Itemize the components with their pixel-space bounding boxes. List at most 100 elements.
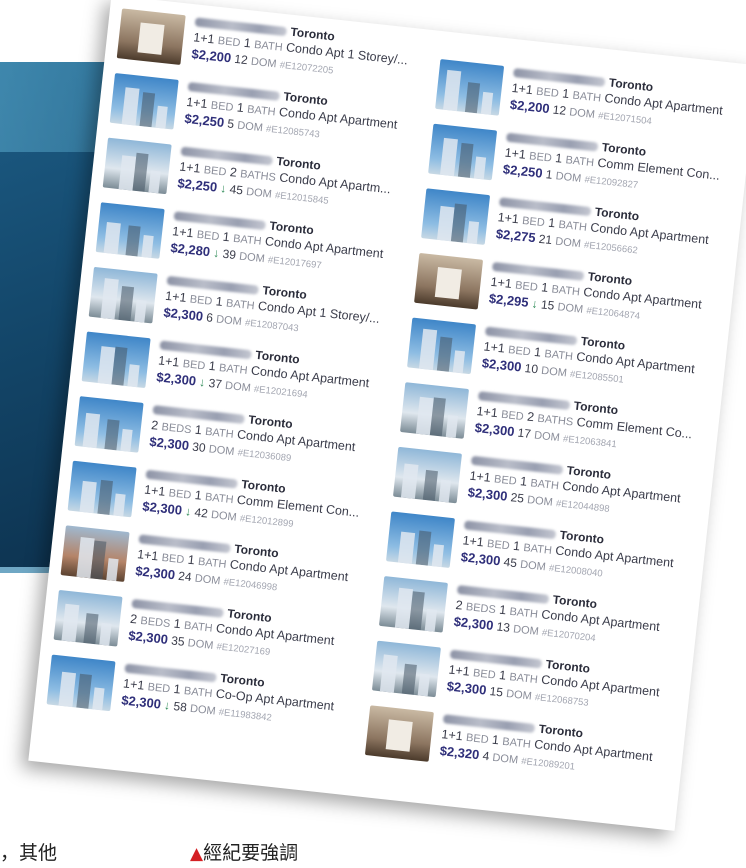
- listing-photo[interactable]: [428, 123, 498, 181]
- listing-photo[interactable]: [60, 525, 130, 582]
- photo-caption: ▲經紀要強調: [190, 838, 298, 865]
- days-on-market: 15: [540, 297, 556, 313]
- days-on-market: 35: [170, 633, 186, 649]
- mls-number: #E12044898: [555, 498, 611, 515]
- listing-price: $2,300: [155, 369, 197, 389]
- bed-label: BEDS: [465, 601, 497, 617]
- rental-listings-screenshot: Toronto 1+1 BED 1 BATH Condo Apt 1 Storey…: [28, 0, 746, 831]
- bath-count: 1: [194, 422, 203, 438]
- listing-photo[interactable]: [364, 705, 434, 762]
- article-text-fragment: ，其他: [0, 842, 58, 864]
- mls-number: #E12070204: [541, 627, 597, 645]
- bath-count: 1: [187, 552, 196, 568]
- mls-number: #E12027169: [215, 641, 271, 659]
- bed-count: 1+1: [178, 159, 202, 176]
- bed-label: BED: [210, 99, 234, 114]
- listing-photo[interactable]: [435, 59, 505, 116]
- bed-label: BED: [217, 34, 242, 50]
- days-on-market: 13: [495, 619, 511, 635]
- dom-label: DOM: [194, 572, 221, 588]
- bed-count: 1+1: [185, 94, 209, 112]
- bed-count: 1+1: [497, 210, 520, 227]
- listing-photo[interactable]: [400, 382, 470, 439]
- listing-photo[interactable]: [95, 202, 165, 259]
- price-drop-arrow-icon: ↓: [184, 504, 193, 519]
- listing-photo[interactable]: [88, 266, 158, 324]
- bath-label: BATH: [246, 103, 277, 119]
- bed-label: BED: [486, 537, 511, 553]
- bed-label: BED: [507, 344, 532, 359]
- bed-count: 1+1: [136, 547, 160, 564]
- listing-photo[interactable]: [67, 460, 137, 518]
- bath-count: 1: [547, 215, 556, 231]
- dom-label: DOM: [505, 687, 533, 703]
- bath-label: BATH: [232, 232, 263, 248]
- listing-photo[interactable]: [371, 640, 441, 698]
- bed-count: 1+1: [143, 482, 167, 499]
- dom-label: DOM: [208, 443, 235, 459]
- bath-count: 1: [172, 681, 182, 697]
- dom-label: DOM: [236, 119, 264, 135]
- listing-photo[interactable]: [407, 317, 477, 375]
- bath-label: BATH: [522, 541, 553, 557]
- dom-label: DOM: [187, 637, 214, 652]
- listing-photo[interactable]: [46, 654, 116, 712]
- dom-label: DOM: [519, 558, 547, 574]
- listing-price: $2,300: [481, 355, 523, 375]
- caption-marker-icon: ▲: [190, 844, 204, 864]
- days-on-market: 12: [233, 51, 249, 68]
- listing-photo[interactable]: [414, 252, 484, 310]
- days-on-market: 42: [193, 505, 209, 521]
- mls-number: #E12071504: [597, 110, 653, 128]
- bed-label: BED: [521, 214, 546, 230]
- days-on-market: 30: [191, 439, 207, 455]
- listing-photo[interactable]: [392, 446, 463, 504]
- bed-label: BED: [168, 487, 192, 502]
- mls-number: #E12063841: [562, 433, 618, 451]
- listing-photo[interactable]: [421, 188, 491, 245]
- bed-count: 1+1: [447, 662, 471, 679]
- bath-count: 1: [236, 100, 245, 116]
- dom-label: DOM: [215, 313, 243, 329]
- bath-label: BATHS: [239, 168, 277, 184]
- bed-count: 1+1: [489, 274, 513, 292]
- listing-photo[interactable]: [385, 511, 455, 569]
- bed-count: 1+1: [122, 676, 146, 693]
- bed-label: BED: [535, 85, 560, 100]
- bath-label: BATH: [183, 619, 214, 635]
- listing-photo[interactable]: [116, 8, 186, 65]
- bath-count: 1: [540, 280, 549, 295]
- listing-photo[interactable]: [81, 331, 151, 389]
- listing-photo[interactable]: [109, 72, 179, 130]
- bed-count: 1+1: [511, 80, 534, 98]
- mls-number: #E11983842: [218, 706, 273, 724]
- listing-photo[interactable]: [378, 576, 448, 633]
- days-on-market: 15: [488, 684, 504, 700]
- price-drop-arrow-icon: ↓: [219, 181, 228, 196]
- price-drop-arrow-icon: ↓: [212, 245, 221, 261]
- listing-photo[interactable]: [74, 396, 144, 453]
- listing-price: $2,300: [446, 678, 488, 698]
- bed-label: BED: [196, 228, 220, 244]
- bed-label: BED: [514, 279, 539, 294]
- listing-photo[interactable]: [53, 589, 123, 647]
- listing-price: $2,250: [502, 161, 544, 181]
- days-on-market: 10: [523, 361, 539, 377]
- bed-count: 1+1: [468, 468, 492, 485]
- bed-label: BED: [465, 731, 490, 747]
- bath-count: 1: [173, 616, 182, 632]
- bath-count: 2: [229, 165, 238, 180]
- bath-count: 1: [194, 488, 203, 503]
- mls-number: #E12064874: [585, 305, 641, 323]
- bath-label: BATH: [557, 218, 588, 234]
- bath-count: 1: [533, 344, 542, 360]
- bath-count: 1: [208, 358, 217, 374]
- mls-number: #E12068753: [534, 692, 590, 709]
- listing-photo[interactable]: [102, 137, 172, 195]
- bed-label: BED: [189, 293, 213, 308]
- bath-label: BATH: [543, 348, 574, 364]
- bed-label: BED: [182, 358, 206, 373]
- days-on-market: 4: [481, 748, 491, 764]
- days-on-market: 5: [226, 116, 235, 132]
- bath-count: 1: [215, 294, 224, 309]
